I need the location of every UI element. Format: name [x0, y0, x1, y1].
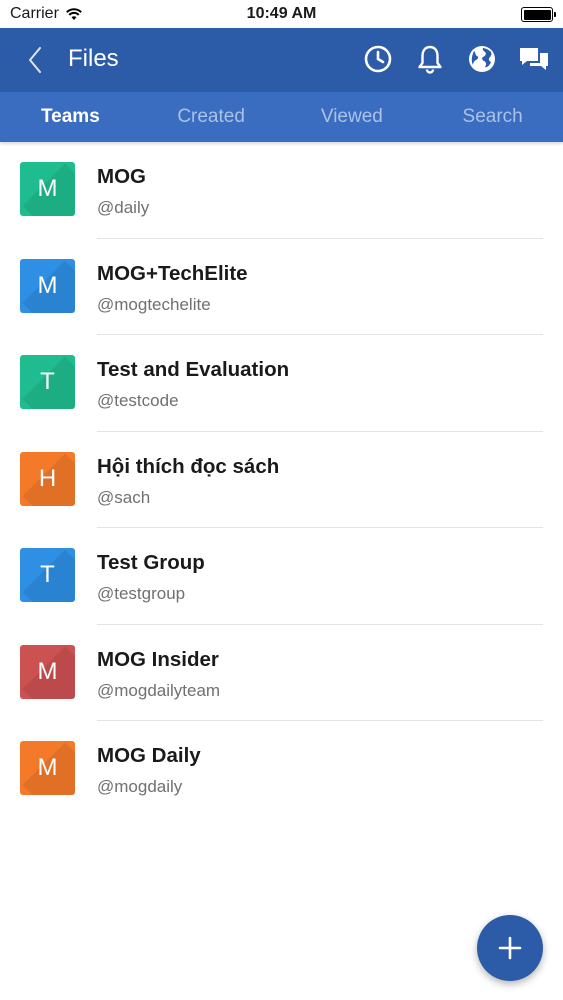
notifications-button[interactable] — [413, 42, 447, 76]
team-handle: @mogdaily — [97, 777, 183, 796]
nav-bar: Files — [0, 28, 563, 92]
team-name: MOG Insider — [97, 647, 219, 671]
team-handle: @daily — [97, 198, 150, 217]
team-name: MOG — [97, 165, 146, 188]
team-name: MOG Daily — [97, 744, 201, 767]
page-title: Files — [68, 45, 119, 72]
team-list: M MOG @daily M MOG+TechElite @mogtecheli… — [0, 142, 563, 818]
team-avatar: M — [20, 162, 75, 216]
team-row[interactable]: M MOG+TechElite @mogtechelite — [0, 239, 563, 336]
avatar-initial: M — [37, 657, 58, 685]
team-handle: @mogdailyteam — [97, 680, 221, 700]
avatar-initial: M — [37, 271, 58, 299]
team-name: Test Group — [97, 551, 205, 574]
team-handle: @mogtechelite — [97, 294, 211, 314]
globe-button[interactable] — [465, 42, 499, 76]
team-avatar: M — [20, 644, 75, 699]
history-button[interactable] — [361, 42, 395, 76]
team-avatar: M — [20, 741, 75, 795]
team-handle: @testcode — [97, 391, 179, 410]
status-time: 10:49 AM — [246, 5, 317, 22]
back-button[interactable] — [18, 42, 52, 78]
tab-bar: Teams Created Viewed Search — [0, 92, 563, 142]
add-team-button[interactable] — [477, 915, 543, 981]
team-name: MOG+TechElite — [97, 261, 248, 285]
team-row[interactable]: M MOG Daily @mogdaily — [0, 721, 563, 818]
avatar-initial: M — [37, 175, 58, 202]
team-avatar: M — [20, 258, 75, 313]
tab-teams[interactable]: Teams — [0, 92, 141, 142]
team-row[interactable]: M MOG Insider @mogdailyteam — [0, 625, 563, 722]
team-row[interactable]: M MOG @daily — [0, 142, 563, 239]
team-avatar: T — [20, 548, 75, 602]
bell-icon — [418, 45, 442, 74]
plus-icon — [498, 936, 522, 960]
back-chevron-icon — [29, 47, 41, 73]
avatar-initial: T — [40, 561, 55, 588]
avatar-initial: T — [40, 368, 55, 395]
tab-viewed[interactable]: Viewed — [282, 92, 423, 142]
team-name: Hội thích đọc sách — [97, 454, 280, 478]
tab-created[interactable]: Created — [141, 92, 282, 142]
battery-icon — [521, 7, 556, 22]
avatar-initial: H — [38, 464, 57, 492]
nav-actions — [361, 42, 551, 76]
messages-button[interactable] — [517, 42, 551, 76]
avatar-initial: M — [37, 754, 58, 781]
clock-icon — [364, 45, 392, 73]
team-avatar: T — [20, 355, 75, 409]
team-handle: @testgroup — [97, 584, 186, 603]
globe-icon — [469, 46, 495, 72]
team-avatar: H — [20, 451, 75, 506]
tab-search[interactable]: Search — [422, 92, 563, 142]
team-name: Test and Evaluation — [97, 358, 290, 381]
team-row[interactable]: T Test Group @testgroup — [0, 528, 563, 625]
team-handle: @sach — [97, 487, 151, 507]
chat-icon — [520, 48, 548, 70]
status-bar: Carrier 10:49 AM — [0, 0, 563, 28]
team-row[interactable]: H Hội thích đọc sách @sach — [0, 432, 563, 529]
team-row[interactable]: T Test and Evaluation @testcode — [0, 335, 563, 432]
